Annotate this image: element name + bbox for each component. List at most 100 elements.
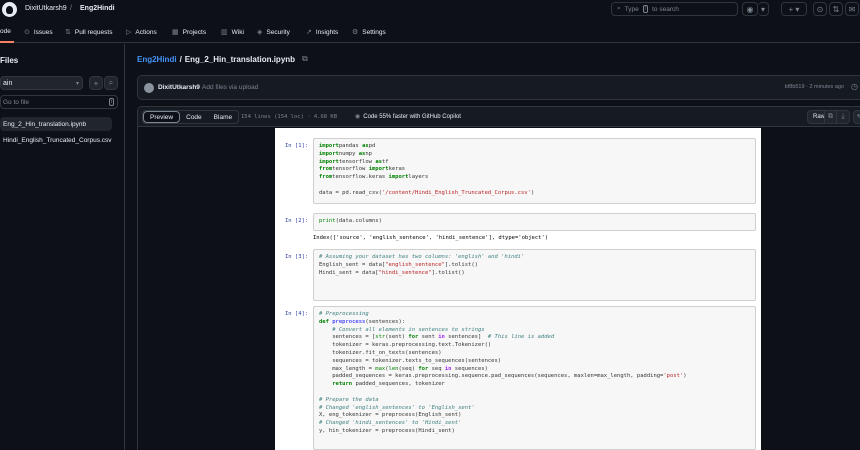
code-token: tokenizer.fit_on_texts(sentences) [319, 349, 442, 356]
code-token: np [365, 150, 372, 157]
code-token: sentences = [ [319, 334, 376, 341]
copilot-menu-chevron-icon[interactable]: ▾ [758, 2, 769, 16]
breadcrumb-repo-link[interactable]: Eng2Hindi [137, 55, 177, 64]
repo-nav: ode ⊙ Issues ⇅ Pull requests ▷ Actions ▦ Pro… [0, 20, 860, 43]
download-icon[interactable]: ⤓ [837, 110, 850, 124]
code-token: (seq) [398, 365, 419, 372]
tab-wiki[interactable]: ▥ Wiki [221, 28, 244, 37]
tab-actions-label: Actions [135, 28, 157, 36]
tab-actions[interactable]: ▷ Actions [126, 28, 157, 37]
tab-code-label: ode [0, 28, 11, 35]
code-line: data = pd.read_csv('/content/Hindi_Engli… [319, 190, 534, 198]
tab-issues-label: Issues [33, 28, 53, 36]
play-icon: ▷ [126, 29, 132, 36]
copilot-icon[interactable]: ◉ [742, 2, 758, 16]
tab-code[interactable]: ode [0, 28, 11, 35]
copy-raw-icon[interactable]: ⧉ [824, 110, 837, 124]
file-tree-panel: Files ain ▾ + ⌕ Go to file t Eng_2_Hin_t… [0, 44, 125, 450]
code-cell[interactable]: importpandas aspd importnumpy asnp importt… [313, 138, 756, 204]
branch-selector[interactable]: ain ▾ [0, 76, 83, 90]
avatar[interactable] [144, 83, 154, 93]
history-icon[interactable]: ◷ [851, 82, 858, 91]
copy-path-icon[interactable]: ⧉ [302, 54, 308, 64]
cell-code: print(data.columns) [319, 218, 382, 226]
github-logo-icon[interactable] [2, 2, 17, 17]
tab-security[interactable]: ◈ Security [257, 28, 290, 37]
table-icon: ▦ [172, 29, 179, 36]
code-token: (sentences): [365, 318, 406, 325]
code-cell[interactable]: print(data.columns) [313, 213, 756, 231]
tab-pull-requests-label: Pull requests [74, 28, 113, 36]
code-line: # Convert all elements in sentences to s… [319, 327, 687, 335]
branch-name: ain [3, 79, 13, 87]
commit-meta[interactable]: bf8b519 · 2 minutes ago [785, 84, 844, 90]
repo-link[interactable]: Eng2Hindi [80, 5, 115, 12]
tab-security-label: Security [266, 28, 290, 36]
shield-icon: ◈ [257, 29, 263, 36]
tab-settings[interactable]: ⚙ Settings [352, 28, 386, 37]
go-to-file-input[interactable]: Go to file t [0, 95, 118, 109]
code-token: sequences) [454, 365, 488, 372]
code-line: print(data.columns) [319, 218, 382, 226]
code-token: # Preprocessing [319, 311, 369, 317]
breadcrumb-separator: / [179, 54, 182, 64]
code-line: # Preprocessing [319, 311, 687, 319]
search-input[interactable]: ⌕ Type / to search [611, 2, 738, 16]
tab-code-view[interactable]: Code [180, 111, 208, 123]
search-files-icon[interactable]: ⌕ [104, 76, 118, 90]
code-line: tokenizer = keras.preprocessing.text.Tok… [319, 342, 687, 350]
search-placeholder-post: to search [652, 5, 679, 13]
global-header: DixitUtkarsh9 / Eng2Hindi ⌕ Type / to se… [0, 0, 860, 20]
code-cell[interactable]: # Preprocessing def preprocess(sentences)… [313, 306, 756, 450]
code-line: importnumpy asnp [319, 151, 534, 159]
code-token: ].tolist() [431, 269, 465, 276]
tab-blame[interactable]: Blame [208, 111, 238, 123]
tab-projects[interactable]: ▦ Projects [172, 28, 206, 37]
file-tree-item[interactable]: Hindi_English_Truncated_Corpus.csv [0, 133, 112, 147]
code-token: '/content/Hindi_English_Truncated_Corpus… [381, 189, 531, 196]
code-line: importpandas aspd [319, 143, 534, 151]
owner-link[interactable]: DixitUtkarsh9 [25, 5, 67, 12]
code-token: import [319, 158, 339, 165]
code-token: pandas [338, 143, 363, 149]
create-new-button[interactable]: + ▾ [781, 2, 807, 16]
code-token: in [438, 334, 445, 341]
code-token: tokenizer = keras.preprocessing.text.Tok… [319, 342, 492, 349]
commit-message[interactable]: Add files via upload [202, 84, 258, 91]
copilot-promo[interactable]: ◉ Code 55% faster with GitHub Copilot [355, 113, 461, 121]
code-token: sequences = tokenizer.texts_to_sequences… [319, 357, 502, 364]
tab-preview[interactable]: Preview [143, 111, 181, 123]
code-token: "hindi_sentence" [378, 269, 432, 276]
code-line: padded_sequences = keras.preprocessing.s… [319, 373, 686, 381]
cell-prompt: In [4]: [285, 311, 309, 317]
code-token: max_length = [319, 365, 376, 372]
code-token: return [332, 381, 353, 388]
code-line: max_length = max(len(seq) for seq in seq… [319, 366, 687, 374]
tab-pull-requests[interactable]: ⇅ Pull requests [65, 28, 113, 37]
code-token: # Prepare the data [319, 396, 379, 403]
commit-author[interactable]: DixitUtkarsh9 [158, 84, 200, 91]
file-breadcrumb: Eng2Hindi / Eng_2_Hin_translation.ipynb … [137, 54, 308, 64]
code-token: sentences] [448, 334, 488, 341]
code-token: y, hin_tokenizer = preprocess(Hindi_sent… [319, 427, 455, 434]
code-cell[interactable]: # Assuming your dataset has two columns:… [313, 249, 756, 301]
cell-prompt: In [3]: [285, 254, 309, 260]
code-line: sequences = tokenizer.texts_to_sequences… [319, 358, 687, 366]
tab-insights[interactable]: ↗ Insights [306, 28, 338, 37]
edit-icon[interactable]: ✎ [853, 110, 860, 124]
cell-prompt: In [2]: [285, 218, 309, 224]
add-file-button[interactable]: + [89, 76, 103, 90]
code-token: padded_sequences, tokenizer [355, 381, 445, 388]
code-token: # This line is added [487, 334, 555, 341]
code-token: # Changed 'english_sentences' to 'Englis… [319, 404, 475, 411]
code-line: sentences = [str(sent) for sent in sente… [319, 334, 687, 342]
tab-issues[interactable]: ⊙ Issues [24, 28, 53, 37]
chevron-down-icon: ▾ [75, 80, 79, 87]
inbox-icon[interactable]: ✉ [845, 2, 859, 16]
file-tree-item[interactable]: Eng_2_Hin_translation.ipynb [0, 117, 112, 131]
go-to-file-shortcut: t [108, 98, 114, 106]
issues-icon[interactable]: ⊙ [813, 2, 827, 16]
pull-requests-icon[interactable]: ⇅ [829, 2, 843, 16]
pull-request-icon: ⇅ [65, 29, 71, 36]
